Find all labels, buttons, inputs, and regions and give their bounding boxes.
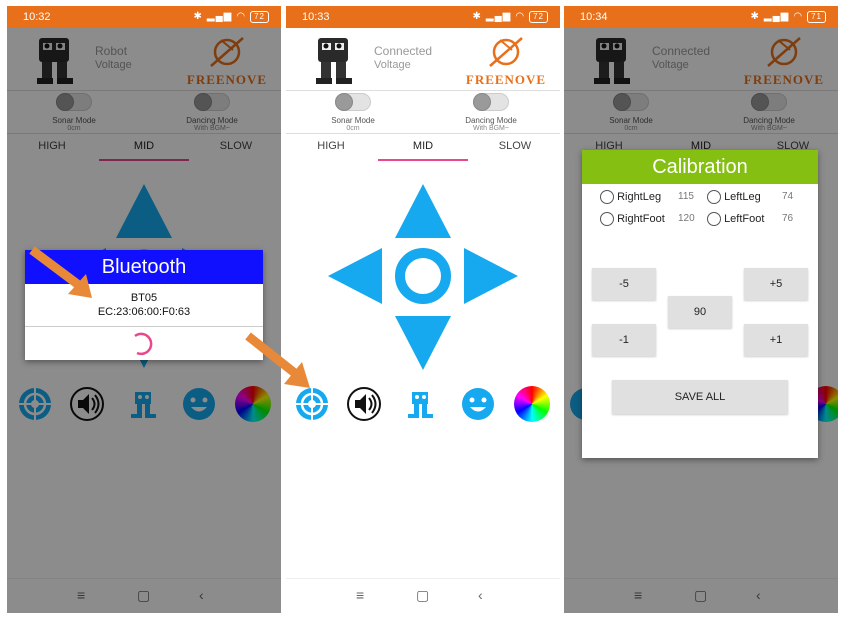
smiley-icon[interactable] (460, 386, 496, 422)
callout-arrow-to-device (29, 246, 92, 298)
dancing-mode: Dancing Mode With BGM~ (436, 93, 546, 133)
toggle-knob (473, 93, 491, 111)
phone-screen-calibration: 10:34 ✱ ▂▄▆ ◠ 71 Connected Voltage FREENOVE… (564, 6, 838, 613)
voltage-label: Voltage (374, 59, 411, 71)
radio-right-foot[interactable]: RightFoot (600, 212, 665, 226)
radio-right-leg[interactable]: RightLeg (600, 190, 661, 204)
back-nav-icon[interactable]: ‹ (478, 587, 483, 603)
tab-slow[interactable]: SLOW (470, 140, 560, 152)
toggle-knob (335, 93, 353, 111)
direction-pad (328, 184, 518, 370)
function-icons (286, 386, 560, 426)
status-time: 10:34 (580, 11, 608, 23)
dancing-mode-toggle[interactable] (473, 93, 509, 111)
status-bar: 10:33 ✱ ▂▄▆ ◠ 72 (286, 6, 560, 28)
color-wheel-icon[interactable] (514, 386, 550, 422)
mode-row: Sonar Mode 0cm Dancing Mode With BGM~ (286, 90, 560, 134)
nav-bar: ≡ ▢ ‹ (286, 578, 560, 613)
menu-nav-icon[interactable]: ≡ (356, 587, 364, 603)
wifi-icon: ◠ (793, 11, 804, 22)
sonar-distance: 0cm (346, 125, 360, 132)
status-time: 10:33 (302, 11, 330, 23)
speaker-icon[interactable] (346, 386, 382, 422)
status-time: 10:32 (23, 11, 51, 23)
dancing-mode-sub: With BGM~ (473, 125, 509, 132)
radio-button[interactable] (707, 212, 721, 226)
servo-value: 115 (678, 191, 694, 202)
minus-5-button[interactable]: -5 (592, 268, 656, 300)
loading-spinner-icon (134, 332, 153, 356)
servo-label: RightLeg (617, 190, 662, 203)
sonar-mode-label: Sonar Mode (331, 116, 375, 125)
down-arrow-button[interactable] (395, 316, 451, 370)
dance-robot-icon[interactable] (402, 386, 438, 422)
brand-name: FREENOVE (465, 72, 547, 87)
battery-icon: 72 (250, 11, 269, 23)
radio-button[interactable] (600, 190, 614, 204)
status-icons: ✱ ▂▄▆ ◠ 72 (472, 11, 548, 23)
servo-label: RightFoot (617, 212, 665, 225)
speed-tabs: HIGH MID SLOW (286, 134, 560, 161)
calibration-title: Calibration (582, 150, 818, 184)
minus-1-button[interactable]: -1 (592, 324, 656, 356)
sonar-mode: Sonar Mode 0cm (298, 93, 408, 133)
callout-arrow-to-crosshair (245, 332, 310, 388)
tab-high[interactable]: HIGH (286, 140, 376, 152)
freenove-logo-mark (489, 37, 523, 67)
connection-status: Connected (374, 44, 433, 58)
sonar-mode-toggle[interactable] (335, 93, 371, 111)
signal-icon: ▂▄▆ (206, 11, 233, 22)
servo-label: LeftFoot (724, 212, 765, 225)
up-arrow-button[interactable] (395, 184, 451, 238)
bluetooth-icon: ✱ (193, 11, 203, 22)
robot-image (316, 38, 352, 84)
status-bar: 10:34 ✱ ▂▄▆ ◠ 71 (564, 6, 838, 28)
status-icons: ✱ ▂▄▆ ◠ 72 (193, 11, 269, 23)
freenove-logo: FREENOVE (460, 32, 552, 88)
home-nav-icon[interactable]: ▢ (416, 587, 429, 604)
center-90-button[interactable]: 90 (668, 296, 732, 328)
status-bar: 10:32 ✱ ▂▄▆ ◠ 72 (7, 6, 281, 28)
bluetooth-icon: ✱ (750, 11, 760, 22)
wifi-icon: ◠ (515, 11, 526, 22)
servo-value: 74 (782, 191, 794, 202)
signal-icon: ▂▄▆ (763, 11, 790, 22)
wifi-icon: ◠ (236, 11, 247, 22)
radio-button[interactable] (707, 190, 721, 204)
battery-icon: 72 (529, 11, 548, 23)
servo-label: LeftLeg (724, 190, 761, 203)
signal-icon: ▂▄▆ (485, 11, 512, 22)
bluetooth-icon: ✱ (472, 11, 482, 22)
bt-device-mac[interactable]: EC:23:06:00:F0:63 (25, 306, 263, 318)
radio-button[interactable] (600, 212, 614, 226)
center-button[interactable] (395, 248, 451, 304)
calibration-dialog: Calibration RightLeg 115 LeftLeg 74 Righ… (582, 150, 818, 458)
servo-value: 120 (678, 213, 695, 224)
radio-left-foot[interactable]: LeftFoot (707, 212, 764, 226)
battery-icon: 71 (807, 11, 826, 23)
plus-1-button[interactable]: +1 (744, 324, 808, 356)
tab-mid[interactable]: MID (378, 140, 468, 161)
right-arrow-button[interactable] (464, 248, 518, 304)
left-arrow-button[interactable] (328, 248, 382, 304)
save-all-button[interactable]: SAVE ALL (612, 380, 788, 414)
dancing-mode-label: Dancing Mode (465, 116, 517, 125)
radio-left-leg[interactable]: LeftLeg (707, 190, 761, 204)
app-header: Connected Voltage FREENOVE (286, 28, 560, 90)
status-icons: ✱ ▂▄▆ ◠ 71 (750, 11, 826, 23)
phone-screen-bluetooth: 10:32 ✱ ▂▄▆ ◠ 72 Robot Voltage FREENOVE Son… (7, 6, 281, 613)
phone-screen-connected: 10:33 ✱ ▂▄▆ ◠ 72 Connected Voltage FREENOVE… (286, 6, 560, 613)
servo-value: 76 (782, 213, 794, 224)
plus-5-button[interactable]: +5 (744, 268, 808, 300)
